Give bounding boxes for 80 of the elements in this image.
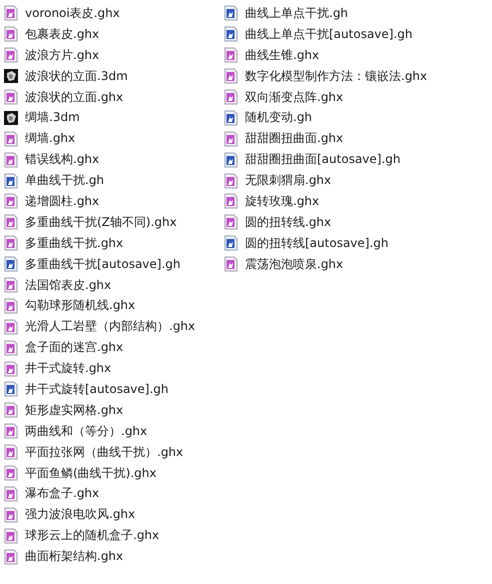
file-icon	[3, 360, 19, 377]
file-item[interactable]: 甜甜圈扭曲面[autosave].gh	[223, 149, 428, 170]
file-icon	[3, 444, 19, 460]
file-item[interactable]: 勾勒球形随机线.ghx	[3, 295, 223, 316]
file-item[interactable]: 波浪方片.ghx	[3, 44, 223, 66]
file-item[interactable]: 两曲线和（等分）.ghx	[3, 420, 223, 442]
file-icon	[3, 130, 19, 147]
file-icon	[223, 172, 239, 189]
file-icon	[3, 5, 19, 22]
file-icon	[3, 172, 19, 189]
file-item[interactable]: 包裹表皮.ghx	[3, 24, 223, 45]
file-icon	[3, 528, 19, 544]
file-icon	[3, 277, 19, 294]
file-item[interactable]: 震荡泡泡喷泉.ghx	[223, 254, 428, 275]
file-item[interactable]: 矩形虚实网格.ghx	[3, 400, 223, 421]
file-item[interactable]: 瀑布盒子.ghx	[3, 483, 223, 504]
file-item[interactable]: voronoi表皮.ghx	[3, 3, 223, 24]
file-item[interactable]: 多重曲线干扰.ghx	[3, 232, 223, 254]
file-item[interactable]: 平面拉张网（曲线干扰）.ghx	[3, 442, 223, 463]
file-item[interactable]: 多重曲线干扰[autosave].gh	[3, 254, 223, 275]
file-item[interactable]: 法国馆表皮.ghx	[3, 274, 223, 296]
file-icon	[223, 193, 239, 210]
file-icon	[3, 423, 19, 440]
file-icon	[3, 26, 19, 42]
file-item[interactable]: 错误线构.ghx	[3, 149, 223, 170]
file-item[interactable]: 井干式旋转[autosave].gh	[3, 379, 223, 400]
file-item[interactable]: 曲线上单点干扰[autosave].gh	[223, 24, 428, 45]
file-item[interactable]: 井干式旋转.ghx	[3, 358, 223, 380]
file-icon	[3, 193, 19, 210]
file-icon	[3, 256, 19, 272]
file-icon	[3, 486, 19, 502]
file-item[interactable]: 单曲线干扰.gh	[3, 170, 223, 192]
file-item[interactable]: 随机变动.gh	[223, 107, 428, 128]
file-icon	[3, 235, 19, 252]
file-item[interactable]: 数字化模型制作方法：镶嵌法.ghx	[223, 66, 428, 87]
file-icon	[223, 110, 239, 126]
file-icon	[223, 235, 239, 252]
file-item[interactable]: 旋转玫瑰.ghx	[223, 191, 428, 212]
file-item[interactable]: 无限刺猬扇.ghx	[223, 170, 428, 192]
file-item[interactable]: 绸墙.3dm	[3, 107, 223, 128]
file-item[interactable]: 球形云上的随机盒子.ghx	[3, 525, 223, 546]
file-icon	[223, 89, 239, 105]
file-item[interactable]: 递增圆柱.ghx	[3, 191, 223, 212]
file-icon	[223, 47, 239, 64]
file-item[interactable]: 曲线生锥.ghx	[223, 44, 428, 66]
file-item[interactable]: 强力波浪电吹风.ghx	[3, 504, 223, 526]
file-item[interactable]: 波浪状的立面.ghx	[3, 86, 223, 108]
file-item[interactable]: 甜甜圈扭曲面.ghx	[223, 128, 428, 150]
file-icon	[3, 152, 19, 168]
file-icon	[223, 256, 239, 272]
file-icon	[3, 402, 19, 418]
file-icon	[3, 89, 19, 105]
file-item[interactable]: 波浪状的立面.3dm	[3, 66, 223, 87]
file-icon	[223, 152, 239, 168]
file-icon	[223, 26, 239, 42]
file-item[interactable]: 双向渐变点阵.ghx	[223, 86, 428, 108]
file-item[interactable]: 绸墙.ghx	[3, 128, 223, 150]
file-item[interactable]: 平面鱼鳞(曲线干扰).ghx	[3, 462, 223, 484]
file-icon	[223, 130, 239, 147]
file-icon	[3, 381, 19, 398]
file-icon	[3, 465, 19, 482]
file-icon	[3, 548, 19, 565]
file-icon	[3, 47, 19, 64]
file-icon	[3, 318, 19, 335]
file-item[interactable]: 盒子面的迷宫.ghx	[3, 337, 223, 358]
file-icon	[223, 214, 239, 230]
file-item[interactable]: 多重曲线干扰(Z轴不同).ghx	[3, 212, 223, 233]
file-item[interactable]: 圆的扭转线[autosave].gh	[223, 232, 428, 254]
file-icon	[3, 506, 19, 523]
file-item[interactable]: 曲线上单点干扰.gh	[223, 3, 428, 24]
file-icon	[3, 214, 19, 230]
file-icon	[3, 340, 19, 356]
file-icon	[3, 110, 19, 126]
file-icon	[3, 68, 19, 84]
file-icon	[3, 298, 19, 314]
file-item[interactable]: 圆的扭转线.ghx	[223, 212, 428, 233]
file-item[interactable]: 曲面桁架结构.ghx	[3, 546, 223, 568]
file-item[interactable]: 光滑人工岩壁（内部结构）.ghx	[3, 316, 223, 338]
file-icon	[223, 5, 239, 22]
file-icon	[223, 68, 239, 84]
